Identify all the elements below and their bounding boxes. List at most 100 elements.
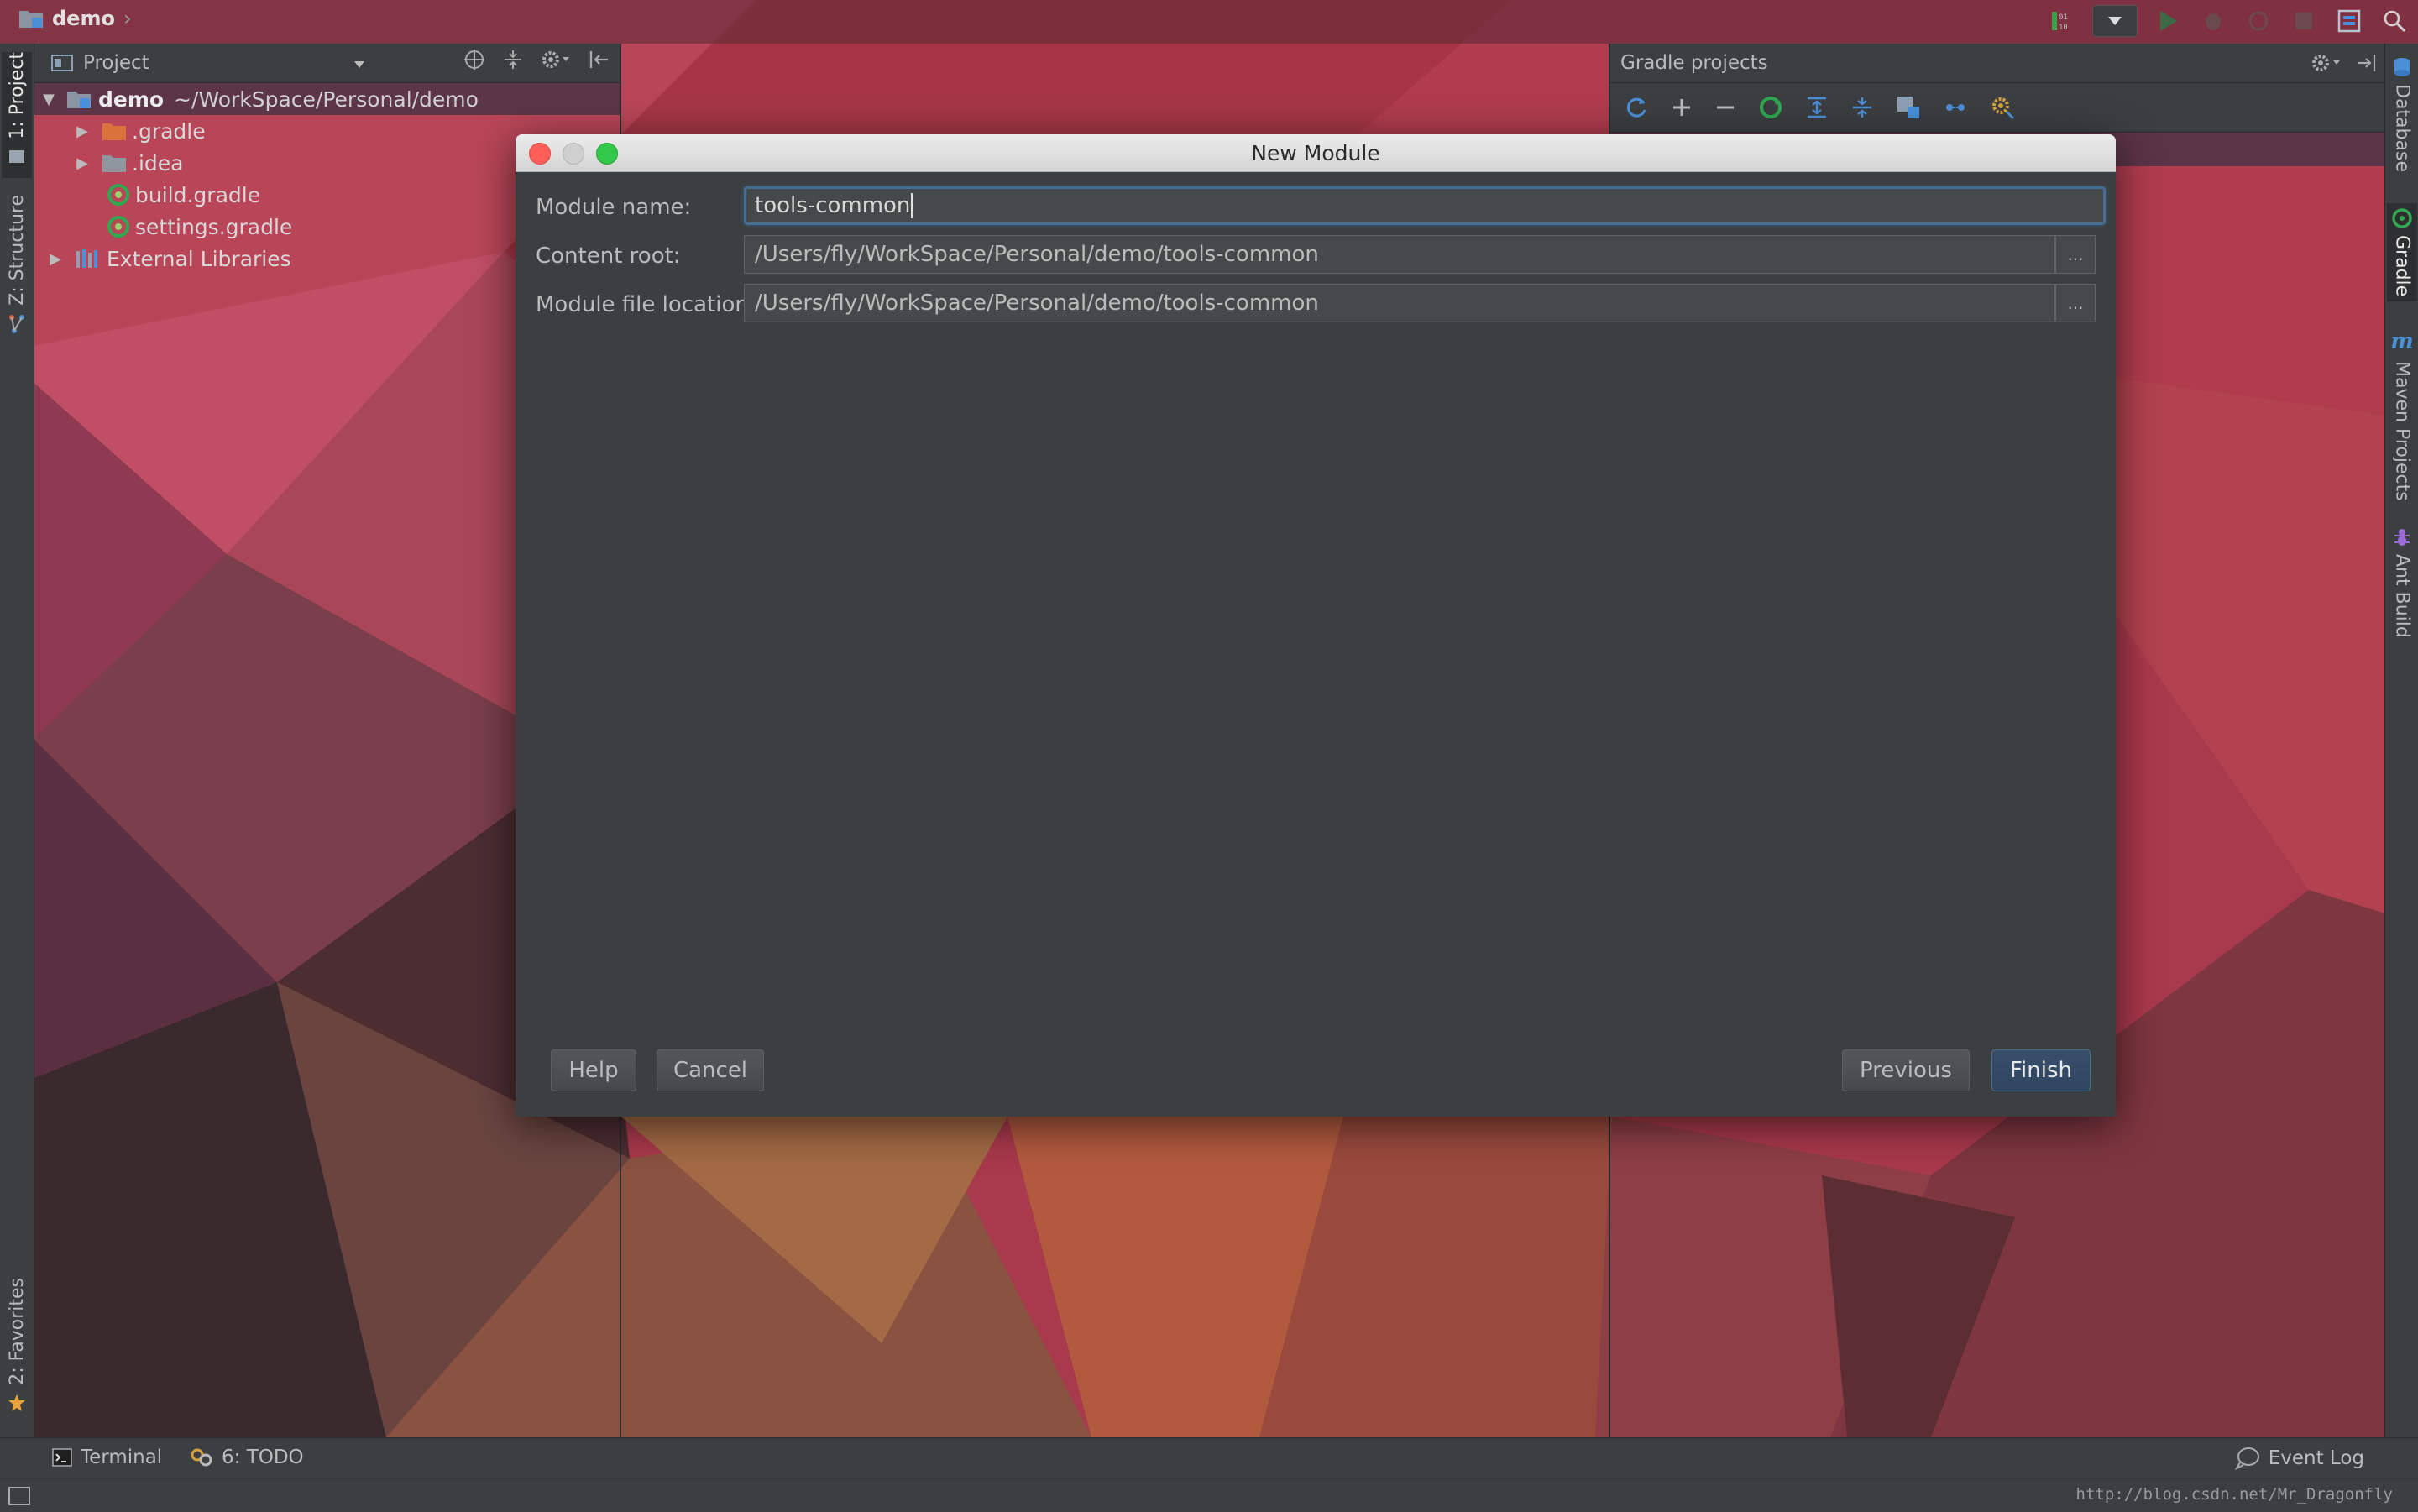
gradle-file-icon bbox=[107, 184, 129, 206]
refresh-icon[interactable] bbox=[1624, 95, 1649, 120]
project-icon bbox=[9, 149, 24, 163]
expand-right-icon[interactable]: ▶ bbox=[73, 123, 92, 140]
tree-item-label: External Libraries bbox=[107, 246, 291, 271]
tool-tab-maven[interactable]: m Maven Projects bbox=[2387, 329, 2417, 501]
gradle-toolbar bbox=[1610, 83, 2386, 133]
maven-icon: m bbox=[2390, 329, 2414, 354]
tool-windows-toggle-icon[interactable] bbox=[8, 1487, 30, 1505]
expand-right-icon[interactable]: ▶ bbox=[46, 250, 65, 268]
project-view-selector[interactable]: Project bbox=[83, 52, 149, 74]
hide-panel-icon[interactable] bbox=[2356, 52, 2378, 74]
run-icon[interactable] bbox=[2153, 6, 2183, 36]
tool-tab-structure-label: Z: Structure bbox=[6, 195, 28, 306]
add-icon[interactable] bbox=[1671, 97, 1693, 118]
event-log-icon bbox=[2234, 1447, 2259, 1470]
svg-text:01: 01 bbox=[2059, 13, 2068, 22]
todo-tab-label: 6: TODO bbox=[222, 1447, 304, 1468]
database-icon bbox=[2394, 58, 2410, 76]
dialog-title: New Module bbox=[1251, 141, 1380, 165]
gray-folder-icon bbox=[102, 155, 126, 172]
content-root-value: /Users/fly/WorkSpace/Personal/demo/tools… bbox=[755, 242, 1319, 267]
ellipsis-icon: ... bbox=[2067, 293, 2084, 313]
previous-button[interactable]: Previous bbox=[1842, 1049, 1970, 1091]
module-file-value: /Users/fly/WorkSpace/Personal/demo/tools… bbox=[755, 290, 1319, 316]
collapse-all-icon[interactable] bbox=[1850, 96, 1874, 119]
bottom-tool-bar: Terminal 6: TODO Event Log bbox=[0, 1437, 2418, 1478]
module-file-browse-button[interactable]: ... bbox=[2055, 284, 2096, 322]
tool-tab-ant[interactable]: Ant Build bbox=[2387, 527, 2417, 638]
gradle-settings-icon[interactable] bbox=[1990, 95, 2015, 120]
gear-icon[interactable] bbox=[541, 49, 571, 71]
dialog-title-bar: New Module bbox=[516, 134, 2116, 172]
ellipsis-icon: ... bbox=[2067, 244, 2084, 264]
project-panel-header: Project bbox=[34, 44, 620, 83]
debug-icon[interactable] bbox=[2198, 6, 2228, 36]
tree-item-label: settings.gradle bbox=[135, 214, 293, 239]
tool-tab-gradle[interactable]: Gradle bbox=[2387, 203, 2417, 302]
link-icon[interactable] bbox=[1943, 99, 1968, 116]
build-icon[interactable]: 01 10 bbox=[2047, 6, 2077, 36]
tree-item-label: .idea bbox=[132, 150, 184, 175]
gradle-execute-icon[interactable] bbox=[1758, 95, 1783, 120]
cancel-button[interactable]: Cancel bbox=[657, 1049, 764, 1091]
module-name-row: Module name: bbox=[536, 188, 691, 227]
expand-right-icon[interactable]: ▶ bbox=[73, 154, 92, 172]
structure-icon bbox=[9, 314, 24, 333]
left-tool-strip: 1: Project Z: Structure 2: Favorites bbox=[0, 44, 34, 1437]
breadcrumb[interactable]: demo › bbox=[18, 7, 132, 30]
tool-tab-structure[interactable]: Z: Structure bbox=[2, 195, 32, 379]
content-root-input[interactable]: /Users/fly/WorkSpace/Personal/demo/tools… bbox=[744, 235, 2055, 274]
module-name-input[interactable]: tools-common bbox=[744, 186, 2106, 225]
remove-icon[interactable] bbox=[1714, 97, 1736, 118]
module-file-row: Module file location: bbox=[536, 285, 756, 324]
group-modules-icon[interactable] bbox=[1896, 95, 1921, 120]
chevron-right-icon: › bbox=[123, 7, 132, 30]
profile-icon[interactable] bbox=[2243, 6, 2274, 36]
text-cursor bbox=[911, 193, 913, 218]
tool-tab-gradle-label: Gradle bbox=[2391, 235, 2413, 297]
right-tool-strip: Database Gradle m Maven Projects Ant Bui… bbox=[2384, 44, 2418, 1437]
event-log-tab[interactable]: Event Log bbox=[2234, 1447, 2364, 1470]
status-bar: http://blog.csdn.net/Mr_Dragonfly bbox=[0, 1478, 2418, 1512]
new-module-dialog: New Module Module name: tools-common Con… bbox=[516, 134, 2116, 1117]
breadcrumb-project[interactable]: demo bbox=[52, 7, 115, 30]
navigation-bar: demo › 01 10 bbox=[0, 0, 2418, 44]
tool-tab-favorites[interactable]: 2: Favorites bbox=[2, 1278, 32, 1429]
tool-tab-project[interactable]: 1: Project bbox=[2, 52, 32, 178]
terminal-icon bbox=[52, 1448, 72, 1467]
event-log-tab-label: Event Log bbox=[2268, 1447, 2364, 1469]
stop-icon[interactable] bbox=[2289, 6, 2319, 36]
terminal-tab-label: Terminal bbox=[81, 1447, 163, 1468]
gradle-icon bbox=[2392, 208, 2412, 228]
collapse-all-icon[interactable] bbox=[502, 49, 524, 71]
tree-item-label: build.gradle bbox=[135, 182, 261, 207]
module-name-value: tools-common bbox=[755, 193, 911, 218]
libraries-icon bbox=[76, 249, 97, 268]
hide-panel-icon[interactable] bbox=[588, 49, 610, 71]
terminal-tab[interactable]: Terminal bbox=[52, 1447, 162, 1468]
finish-button[interactable]: Finish bbox=[1991, 1049, 2091, 1091]
todo-tab[interactable]: 6: TODO bbox=[190, 1447, 304, 1468]
tree-item-demo[interactable]: ▼ demo ~/WorkSpace/Personal/demo bbox=[34, 83, 620, 115]
tool-tab-project-label: 1: Project bbox=[6, 52, 28, 139]
help-button[interactable]: Help bbox=[551, 1049, 636, 1091]
module-folder-icon bbox=[67, 92, 91, 108]
locate-file-icon[interactable] bbox=[463, 49, 485, 71]
project-structure-icon[interactable] bbox=[2334, 6, 2364, 36]
search-icon[interactable] bbox=[2379, 6, 2410, 36]
tree-item-label: demo bbox=[98, 86, 165, 112]
run-config-dropdown[interactable] bbox=[2092, 5, 2138, 37]
expand-all-icon[interactable] bbox=[1805, 96, 1829, 119]
star-icon bbox=[8, 1394, 25, 1411]
content-root-browse-button[interactable]: ... bbox=[2055, 235, 2096, 274]
tool-tab-database[interactable]: Database bbox=[2387, 57, 2417, 172]
expand-down-icon[interactable]: ▼ bbox=[39, 91, 58, 108]
module-file-input[interactable]: /Users/fly/WorkSpace/Personal/demo/tools… bbox=[744, 284, 2055, 322]
tool-tab-favorites-label: 2: Favorites bbox=[6, 1278, 28, 1385]
tool-tab-maven-label: Maven Projects bbox=[2391, 361, 2413, 501]
gradle-panel-title: Gradle projects bbox=[1620, 52, 1768, 74]
watermark-text: http://blog.csdn.net/Mr_Dragonfly bbox=[2075, 1485, 2394, 1504]
chevron-down-icon[interactable] bbox=[353, 60, 365, 69]
content-root-row: Content root: bbox=[536, 237, 681, 275]
gear-icon[interactable] bbox=[2311, 52, 2344, 74]
